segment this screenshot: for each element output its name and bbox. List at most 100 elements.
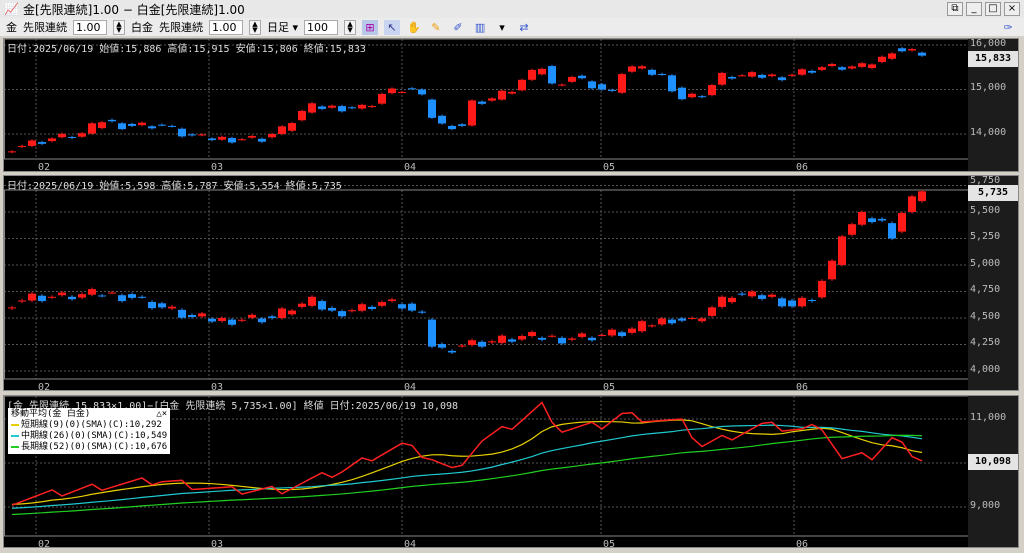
period-dropdown[interactable]: 日足 ▾ [267,19,298,35]
candle-down [678,318,686,321]
platinum-price-axis: 5,750 5,735 5,500 5,250 5,000 4,750 4,50… [968,176,1018,390]
legend-controls-icon[interactable]: △× [156,409,167,420]
candle-up [218,318,226,322]
multiplier2-spinner[interactable]: ▲ ▼ [249,19,261,35]
cursor-icon[interactable]: ↖ [384,19,401,35]
candle-up [748,291,756,297]
candle-up [568,76,576,82]
candle-down [558,337,566,344]
candle-up [738,75,746,77]
multiplier1-input[interactable]: 1.00 [73,19,107,35]
candle-up [28,293,36,301]
candle-down [188,134,196,136]
month-label: 03 [211,382,223,392]
candle-up [638,66,646,69]
candle-down [778,77,786,81]
window-title: 金[先限連続]1.00 − 白金[先限連続]1.00 [22,2,245,17]
candle-up [198,134,206,136]
candle-down [808,299,816,302]
moving-average-legend[interactable]: 移動平均(金 白金) △× 短期線(9)(0)(SMA)(C):10,292 中… [8,408,171,454]
candle-up [8,151,16,153]
candle-up [698,318,706,322]
contract2-label[interactable]: 先限連続 [159,19,203,35]
candle-down [68,296,76,300]
candle-up [638,321,646,332]
multiplier1-spinner[interactable]: ▲ ▼ [113,19,125,35]
spread-chart-panel[interactable]: [金 先限連続 15,833×1.00]−[白金 先限連続 5,735×1.00… [3,395,1019,549]
candle-up [238,139,246,141]
candle-up [618,74,626,93]
candle-up [518,336,526,340]
dropdown-icon[interactable]: ▾ [494,20,510,35]
gold-chart-panel[interactable]: 日付:2025/06/19 始値:15,886 高値:15,915 安値:15,… [3,38,1019,173]
candle-up [248,314,256,318]
candle-down [538,337,546,340]
candle-up [298,303,306,307]
compare-icon[interactable]: ⇄ [516,20,532,35]
platinum-chart-panel[interactable]: 日付:2025/06/19 始値:5,598 高値:5,787 安値:5,554… [3,175,1019,392]
line-tool-icon[interactable]: ✐ [450,20,466,35]
gold-candlestick-chart[interactable]: 02 03 04 05 06 [4,39,970,173]
candle-up [238,319,246,321]
candle-up [828,260,836,280]
tool-settings-icon[interactable]: ✑ [1000,20,1016,35]
candle-up [328,105,336,108]
minimize-button[interactable]: _ [966,2,982,16]
candle-up [708,85,716,96]
candle-down [148,126,156,129]
candle-up [288,310,296,315]
month-label: 03 [211,162,223,173]
candle-down [918,52,926,56]
close-button[interactable]: × [1004,2,1020,16]
candle-down [208,318,216,322]
candle-up [168,306,176,309]
candle-down [668,75,676,92]
candle-up [888,53,896,59]
month-label: 05 [603,382,615,392]
candle-up [468,340,476,346]
bar-count-spinner[interactable]: ▲ ▼ [344,19,357,35]
y-tick: 5,250 [970,231,1001,242]
candle-up [218,136,226,140]
symbol1-label[interactable]: 金 [6,19,17,35]
gold-last-price: 15,833 [968,51,1018,67]
maximize-button[interactable]: □ [985,2,1001,16]
candle-down [128,123,136,126]
candle-down [888,223,896,239]
candle-down [258,318,266,323]
candle-up [528,332,536,337]
y-tick: 4,250 [970,337,1001,348]
chart-settings-icon[interactable]: ⊞ [362,19,379,35]
indicator-icon[interactable]: ▥ [472,20,488,35]
candle-up [878,56,886,62]
candle-up [378,302,386,306]
candle-down [118,123,126,130]
candle-up [848,66,856,69]
candle-down [158,303,166,308]
candle-up [78,133,86,137]
candle-down [658,73,666,75]
pencil-icon[interactable]: ✎ [428,20,444,35]
symbol2-label[interactable]: 白金 [131,19,153,35]
restore-window-button[interactable]: ⧉ [947,2,963,16]
gold-ohlc-header: 日付:2025/06/19 始値:15,886 高値:15,915 安値:15,… [7,44,366,55]
candle-up [268,134,276,138]
hand-icon[interactable]: ✋ [406,20,422,35]
candle-up [18,300,26,302]
candle-up [108,292,116,294]
y-tick: 5,000 [970,258,1001,269]
candle-up [18,145,26,147]
candle-down [98,295,106,297]
candle-down [258,138,266,142]
platinum-candlestick-chart[interactable]: 02 03 04 05 06 [4,176,970,392]
candle-up [528,69,536,80]
candle-up [48,296,56,298]
candle-up [768,294,776,297]
y-tick: 4,500 [970,311,1001,322]
candle-up [88,123,96,134]
contract1-label[interactable]: 先限連続 [23,19,67,35]
multiplier2-input[interactable]: 1.00 [209,19,243,35]
month-label: 03 [211,539,223,549]
bar-count-input[interactable]: 100 [304,19,339,35]
candle-down [268,316,276,318]
